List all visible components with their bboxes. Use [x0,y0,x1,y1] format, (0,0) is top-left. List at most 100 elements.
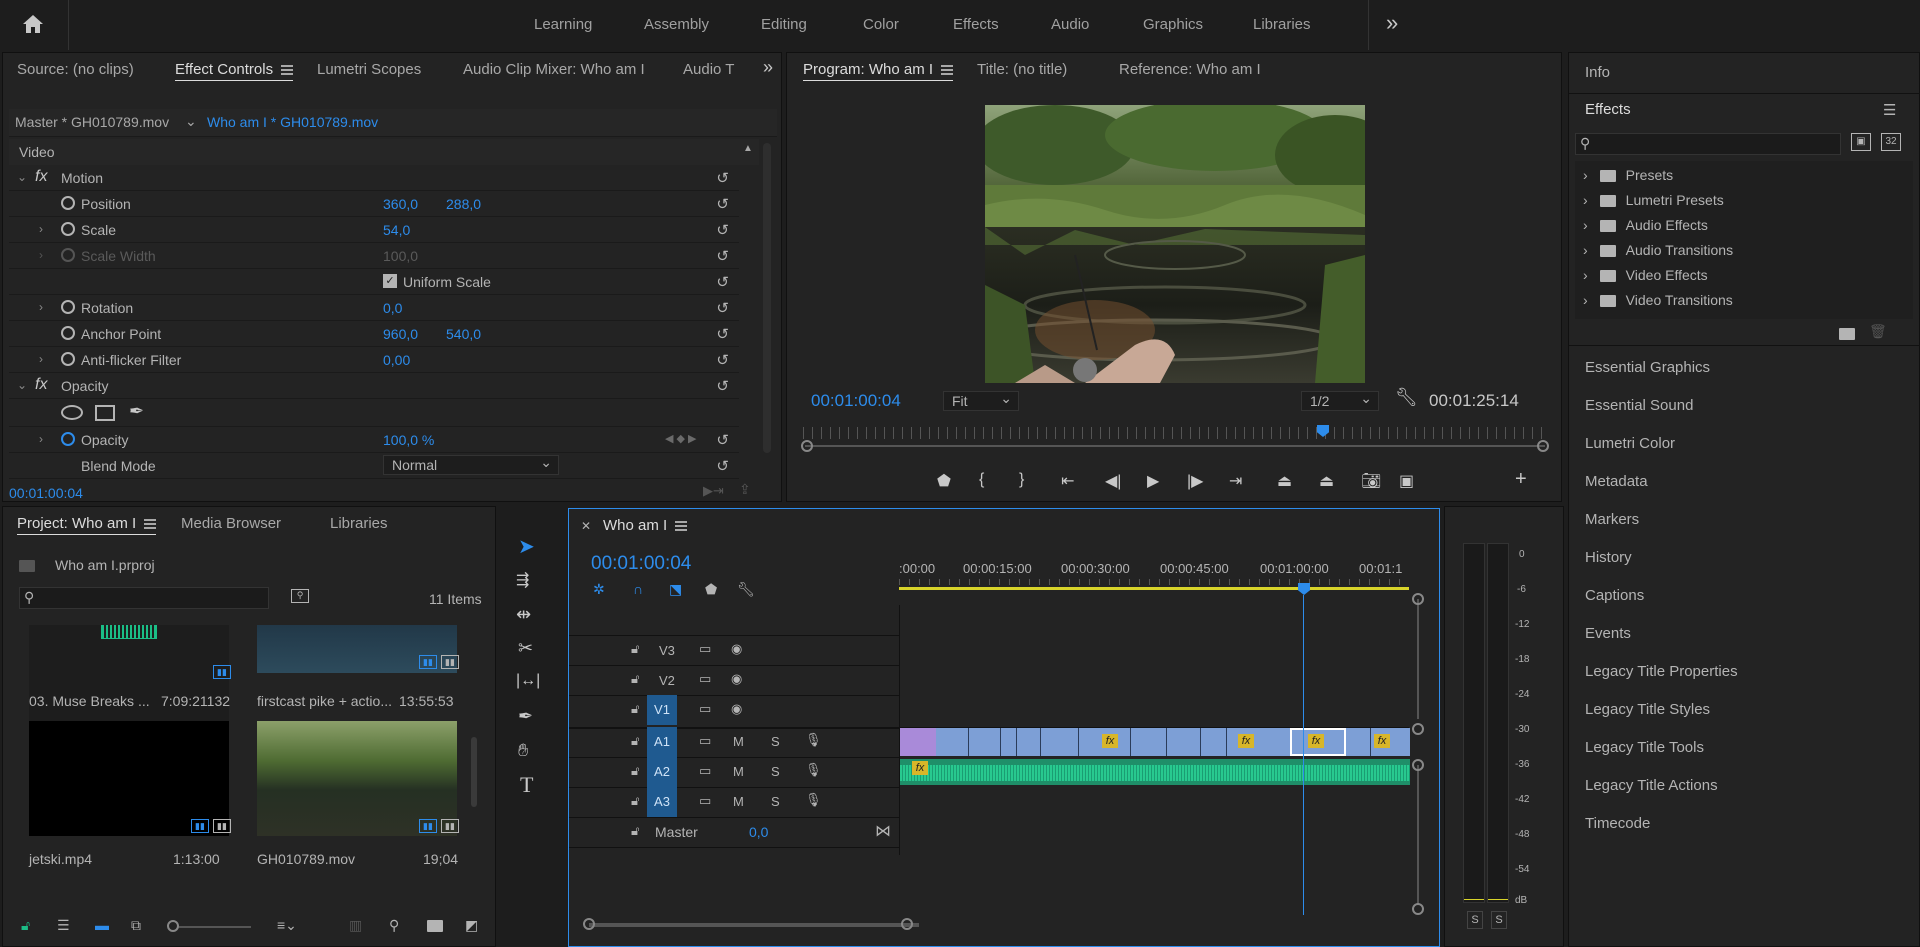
panel-metadata[interactable]: Metadata [1585,473,1648,490]
reset-icon[interactable]: ↺ [716,377,729,395]
go-to-out-icon[interactable]: ⇥ [1229,471,1242,491]
linked-selection-icon[interactable]: ⬔ [669,581,682,598]
a1-audio-clip[interactable]: fx [900,759,1410,785]
chevron-right-icon[interactable]: › [39,222,43,236]
anti-flicker-value[interactable]: 0,00 [383,352,410,368]
lock-icon[interactable]: 🔓︎ [631,641,639,657]
reset-icon[interactable]: ↺ [716,351,729,369]
camera-icon[interactable]: 📷︎ [1361,471,1381,491]
master-clip-label[interactable]: Master * GH010789.mov [15,114,169,130]
more-workspaces-icon[interactable]: » [1386,10,1398,36]
tab-libraries[interactable]: Libraries [330,515,388,532]
zoom-scrollbar[interactable] [805,445,1545,447]
automate-icon[interactable]: ▥ [349,917,362,934]
scroll-handle-left[interactable] [801,440,813,452]
chevron-down-icon[interactable]: ⌄ [185,113,197,130]
track-label[interactable]: V1 [647,695,677,725]
razor-tool-icon[interactable]: ✂ [518,638,533,659]
zoom-slider-handle[interactable] [167,920,179,932]
sync-lock-icon[interactable]: ▭ [699,671,711,687]
trash-icon[interactable]: 🗑︎ [1869,323,1887,340]
microphone-icon[interactable]: 🎙︎ [805,762,822,778]
nest-toggle-icon[interactable]: ✲ [593,581,605,598]
position-x-value[interactable]: 360,0 [383,196,418,212]
panel-menu-icon[interactable] [941,65,954,76]
solo-left-button[interactable]: S [1467,911,1483,929]
keyframe-nav-icon[interactable]: ◀ ◆ ▶ [665,432,697,445]
32bit-effects-icon[interactable]: 32 [1881,133,1901,151]
lift-icon[interactable]: ⏏ [1277,471,1292,491]
panel-history[interactable]: History [1585,549,1632,566]
scroll-handle[interactable] [1412,723,1424,735]
solo-button[interactable]: S [771,764,780,779]
bowtie-icon[interactable]: ⋈ [875,821,891,841]
panel-overflow-icon[interactable]: » [763,57,773,78]
chevron-down-icon[interactable]: ⌄ [17,170,27,184]
workspace-editing[interactable]: Editing [761,16,807,33]
home-icon[interactable] [22,14,44,34]
step-back-icon[interactable]: ◀| [1105,471,1121,491]
timeline-playhead[interactable] [1298,583,1310,595]
workspace-audio[interactable]: Audio [1051,16,1089,33]
v1-clip-strip[interactable]: fx fx fx fx [900,728,1410,756]
stopwatch-icon[interactable] [61,326,75,340]
new-bin-icon[interactable] [427,917,443,933]
scroll-handle-right[interactable] [1537,440,1549,452]
chevron-right-icon[interactable]: › [39,300,43,314]
tab-audio-track[interactable]: Audio T [683,61,734,78]
chevron-right-icon[interactable]: › [39,432,43,446]
anchor-y-value[interactable]: 540,0 [446,326,481,342]
panel-legacy-title-actions[interactable]: Legacy Title Actions [1585,777,1718,794]
panel-lumetri-color[interactable]: Lumetri Color [1585,435,1675,452]
sort-icon[interactable]: ≡⌄ [277,917,297,934]
effects-panel-header[interactable]: Effects [1585,101,1631,118]
sequence-title[interactable]: Who am I [603,517,688,534]
eye-icon[interactable]: ◉ [731,701,742,717]
export-frame-icon[interactable]: ▶⇥ [703,483,724,499]
share-icon[interactable]: ⇪ [739,481,751,498]
lock-icon[interactable]: 🔓︎ [631,733,639,749]
tree-item-video-effects[interactable]: › Video Effects [1583,267,1708,283]
panel-menu-icon[interactable]: ☰ [1883,101,1896,119]
new-item-icon[interactable]: ◩ [465,917,478,934]
mark-out-icon[interactable]: } [1019,471,1024,489]
work-area-bar[interactable] [899,587,1409,590]
time-ruler[interactable]: :00:00 00:00:15:00 00:00:30:00 00:00:45:… [899,553,1409,593]
wrench-icon[interactable]: 🔧︎ [1395,387,1418,408]
solo-button[interactable]: S [771,794,780,809]
panel-timecode[interactable]: Timecode [1585,815,1650,832]
tree-item-lumetri-presets[interactable]: › Lumetri Presets [1583,192,1724,208]
reset-icon[interactable]: ↺ [716,457,729,475]
scroll-handle[interactable] [1412,593,1424,605]
lock-icon[interactable]: 🔓︎ [631,671,639,687]
workspace-effects[interactable]: Effects [953,16,999,33]
track-label[interactable]: A1 [647,727,677,757]
program-playhead-timecode[interactable]: 00:01:00:04 [811,391,901,411]
scale-value[interactable]: 54,0 [383,222,410,238]
project-scrollbar[interactable] [471,737,477,807]
blend-mode-select[interactable]: Normal ⌄ [383,454,559,475]
stopwatch-icon[interactable] [61,222,75,236]
horizontal-scrollbar[interactable] [589,923,919,927]
extract-icon[interactable]: ⏏ [1319,471,1334,491]
icon-view-icon[interactable]: ▬ [95,917,109,933]
resolution-select[interactable]: 1/2 ⌄ [1301,390,1379,411]
find-icon[interactable]: ⚲ [389,917,399,934]
opacity-value[interactable]: 100,0 % [383,432,434,448]
track-label[interactable]: A3 [647,787,677,817]
panel-markers[interactable]: Markers [1585,511,1639,528]
track-label[interactable]: V3 [659,643,675,658]
snap-icon[interactable]: ∩ [633,581,643,597]
sync-lock-icon[interactable]: ▭ [699,701,711,717]
reset-icon[interactable]: ↺ [716,325,729,343]
close-icon[interactable]: ✕ [581,519,591,533]
reset-icon[interactable]: ↺ [716,221,729,239]
lock-icon[interactable]: 🔓︎ [631,823,639,839]
pen-mask-icon[interactable]: ✒ [129,401,144,422]
add-marker-icon[interactable]: ⬟ [937,471,951,491]
accelerated-effects-icon[interactable]: ▣ [1851,133,1871,151]
tab-reference[interactable]: Reference: Who am I [1119,61,1261,78]
selection-tool-icon[interactable]: ➤ [518,534,535,559]
slip-tool-icon[interactable]: |↔| [516,672,540,690]
reset-icon[interactable]: ↺ [716,273,729,291]
